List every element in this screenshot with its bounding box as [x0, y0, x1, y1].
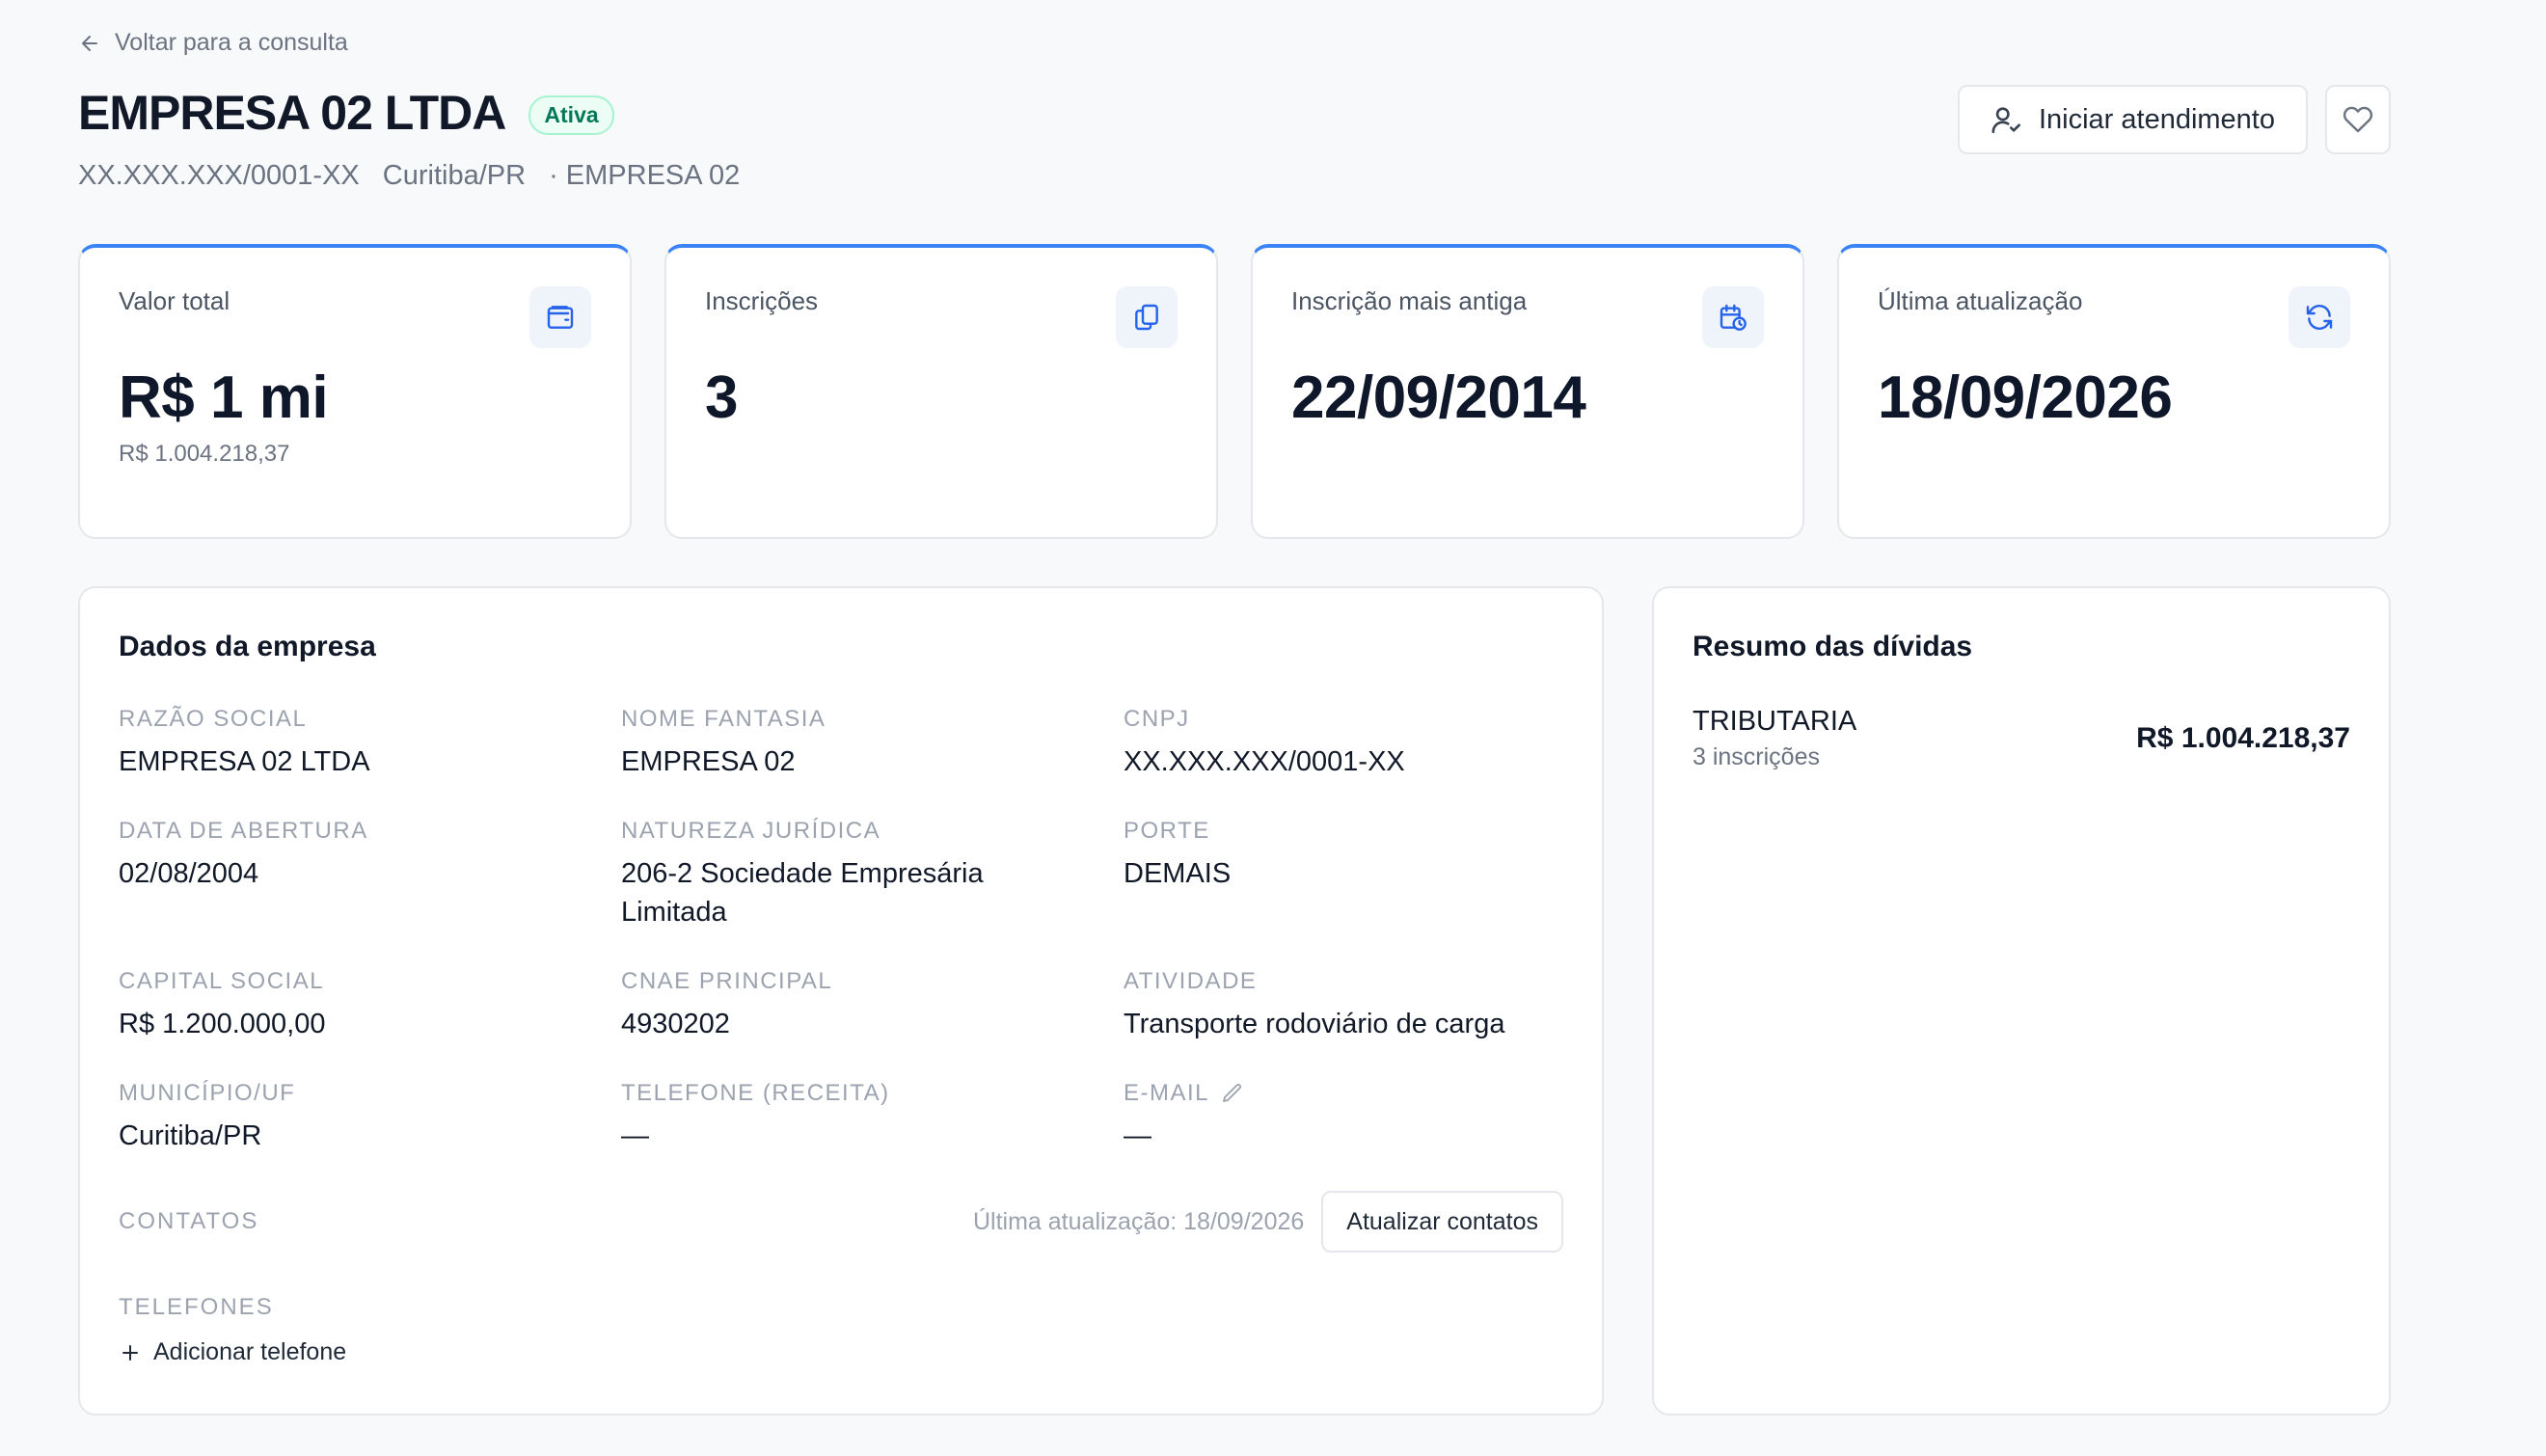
- field-label: NOME FANTASIA: [621, 706, 826, 732]
- field-value: R$ 1.200.000,00: [119, 1009, 326, 1039]
- field-natureza-juridica: NATUREZA JURÍDICA 206-2 Sociedade Empres…: [621, 818, 1045, 931]
- field-capital-social: CAPITAL SOCIAL R$ 1.200.000,00: [119, 968, 601, 1043]
- stat-card-total-value: Valor total R$ 1 mi R$ 1.004.218,37: [78, 244, 632, 539]
- plus-icon: [122, 1344, 138, 1361]
- back-link[interactable]: Voltar para a consulta: [78, 29, 348, 57]
- stat-value: 3: [705, 364, 738, 431]
- field-data-abertura: DATA DE ABERTURA 02/08/2004: [119, 818, 601, 893]
- stat-card-oldest-registration: Inscrição mais antiga 22/09/2014: [1251, 244, 1804, 539]
- field-label-row: E-MAIL: [1124, 1080, 1606, 1107]
- stat-value: R$ 1 mi: [119, 364, 329, 431]
- field-value: XX.XXX.XXX/0001-XX: [1124, 746, 1405, 777]
- field-value: 4930202: [621, 1009, 730, 1039]
- subtitle-city: Curitiba/PR: [382, 160, 527, 191]
- status-badge: Ativa: [528, 94, 614, 135]
- add-phone-label: Adicionar telefone: [153, 1338, 347, 1365]
- field-value: —: [621, 1120, 649, 1151]
- copy-files-icon: [1116, 286, 1178, 348]
- field-value: DEMAIS: [1124, 858, 1232, 889]
- field-label: TELEFONE (RECEITA): [621, 1080, 890, 1106]
- contacts-label: CONTATOS: [119, 1208, 259, 1234]
- calendar-clock-icon: [1702, 286, 1764, 348]
- debt-info: TRIBUTARIA 3 inscrições: [1693, 706, 1856, 771]
- stat-value: 22/09/2014: [1291, 364, 1586, 431]
- debt-count: 3 inscrições: [1693, 743, 1820, 770]
- start-service-label: Iniciar atendimento: [2038, 103, 2275, 135]
- field-value: 02/08/2004: [119, 858, 259, 889]
- field-label: NATUREZA JURÍDICA: [621, 818, 881, 844]
- company-panel-title: Dados da empresa: [119, 631, 376, 662]
- header-actions: Iniciar atendimento: [1957, 85, 2391, 154]
- page-header: EMPRESA 02 LTDA Ativa: [78, 85, 614, 141]
- stat-label: Inscrições: [705, 286, 819, 315]
- stat-card-last-update: Última atualização 18/09/2026: [1837, 244, 2391, 539]
- field-nome-fantasia: NOME FANTASIA EMPRESA 02: [621, 706, 1103, 781]
- field-razao-social: RAZÃO SOCIAL EMPRESA 02 LTDA: [119, 706, 601, 781]
- field-label: ATIVIDADE: [1124, 968, 1258, 994]
- arrow-left-icon: [82, 35, 97, 51]
- favorite-button[interactable]: [2325, 85, 2391, 154]
- phones-label: TELEFONES: [119, 1294, 274, 1320]
- heart-icon: [2343, 106, 2373, 133]
- refresh-icon: [2289, 286, 2350, 348]
- wallet-icon: [529, 286, 591, 348]
- back-link-label: Voltar para a consulta: [115, 29, 348, 56]
- debt-name: TRIBUTARIA: [1693, 706, 1857, 737]
- field-label: PORTE: [1124, 818, 1210, 844]
- field-label: RAZÃO SOCIAL: [119, 706, 308, 732]
- field-cnpj: CNPJ XX.XXX.XXX/0001-XX: [1124, 706, 1606, 781]
- stat-sub: R$ 1.004.218,37: [119, 441, 290, 467]
- contacts-updated: Última atualização: 18/09/2026: [973, 1207, 1305, 1235]
- stats-row: Valor total R$ 1 mi R$ 1.004.218,37 Insc…: [78, 244, 2391, 539]
- start-service-button[interactable]: Iniciar atendimento: [1957, 85, 2308, 154]
- field-value: EMPRESA 02 LTDA: [119, 746, 370, 777]
- pencil-icon[interactable]: [1221, 1082, 1244, 1105]
- stat-card-registrations: Inscrições 3: [664, 244, 1218, 539]
- contacts-row: CONTATOS Última atualização: 18/09/2026 …: [119, 1191, 1563, 1253]
- debt-value: R$ 1.004.218,37: [2136, 722, 2350, 754]
- add-phone-button[interactable]: Adicionar telefone: [119, 1338, 346, 1366]
- user-check-icon: [1991, 107, 2020, 134]
- subtitle-cnpj: XX.XXX.XXX/0001-XX: [78, 160, 360, 191]
- debt-item: TRIBUTARIA 3 inscrições R$ 1.004.218,37: [1693, 706, 2350, 771]
- field-label: E-MAIL: [1124, 1080, 1210, 1106]
- field-value: EMPRESA 02: [621, 746, 796, 777]
- stat-label: Valor total: [119, 286, 230, 315]
- subtitle-trade-name: · EMPRESA 02: [549, 160, 741, 191]
- field-value: —: [1124, 1120, 1151, 1151]
- field-email: E-MAIL —: [1124, 1080, 1606, 1155]
- field-label: CNAE PRINCIPAL: [621, 968, 833, 994]
- stat-label: Última atualização: [1878, 286, 2083, 315]
- debts-panel-title: Resumo das dívidas: [1693, 631, 1973, 662]
- field-label: DATA DE ABERTURA: [119, 818, 368, 844]
- debts-summary-panel: Resumo das dívidas TRIBUTARIA 3 inscriçõ…: [1652, 586, 2391, 1416]
- field-cnae-principal: CNAE PRINCIPAL 4930202: [621, 968, 1103, 1043]
- stat-value: 18/09/2026: [1878, 364, 2173, 431]
- field-label: MUNICÍPIO/UF: [119, 1080, 296, 1106]
- field-atividade: ATIVIDADE Transporte rodoviário de carga: [1124, 968, 1606, 1043]
- field-value: Transporte rodoviário de carga: [1124, 1009, 1505, 1039]
- update-contacts-button[interactable]: Atualizar contatos: [1321, 1191, 1563, 1253]
- field-municipio: MUNICÍPIO/UF Curitiba/PR: [119, 1080, 601, 1155]
- field-label: CAPITAL SOCIAL: [119, 968, 325, 994]
- field-value: 206-2 Sociedade Empresária Limitada: [621, 858, 984, 928]
- field-value: Curitiba/PR: [119, 1120, 262, 1151]
- field-telefone-receita: TELEFONE (RECEITA) —: [621, 1080, 1103, 1155]
- stat-label: Inscrição mais antiga: [1291, 286, 1528, 315]
- field-label: CNPJ: [1124, 706, 1190, 732]
- company-subtitle: XX.XXX.XXX/0001-XX Curitiba/PR · EMPRESA…: [78, 160, 740, 192]
- page-title: EMPRESA 02 LTDA: [78, 86, 506, 140]
- field-porte: PORTE DEMAIS: [1124, 818, 1606, 893]
- company-data-panel: Dados da empresa RAZÃO SOCIAL EMPRESA 02…: [78, 586, 1604, 1416]
